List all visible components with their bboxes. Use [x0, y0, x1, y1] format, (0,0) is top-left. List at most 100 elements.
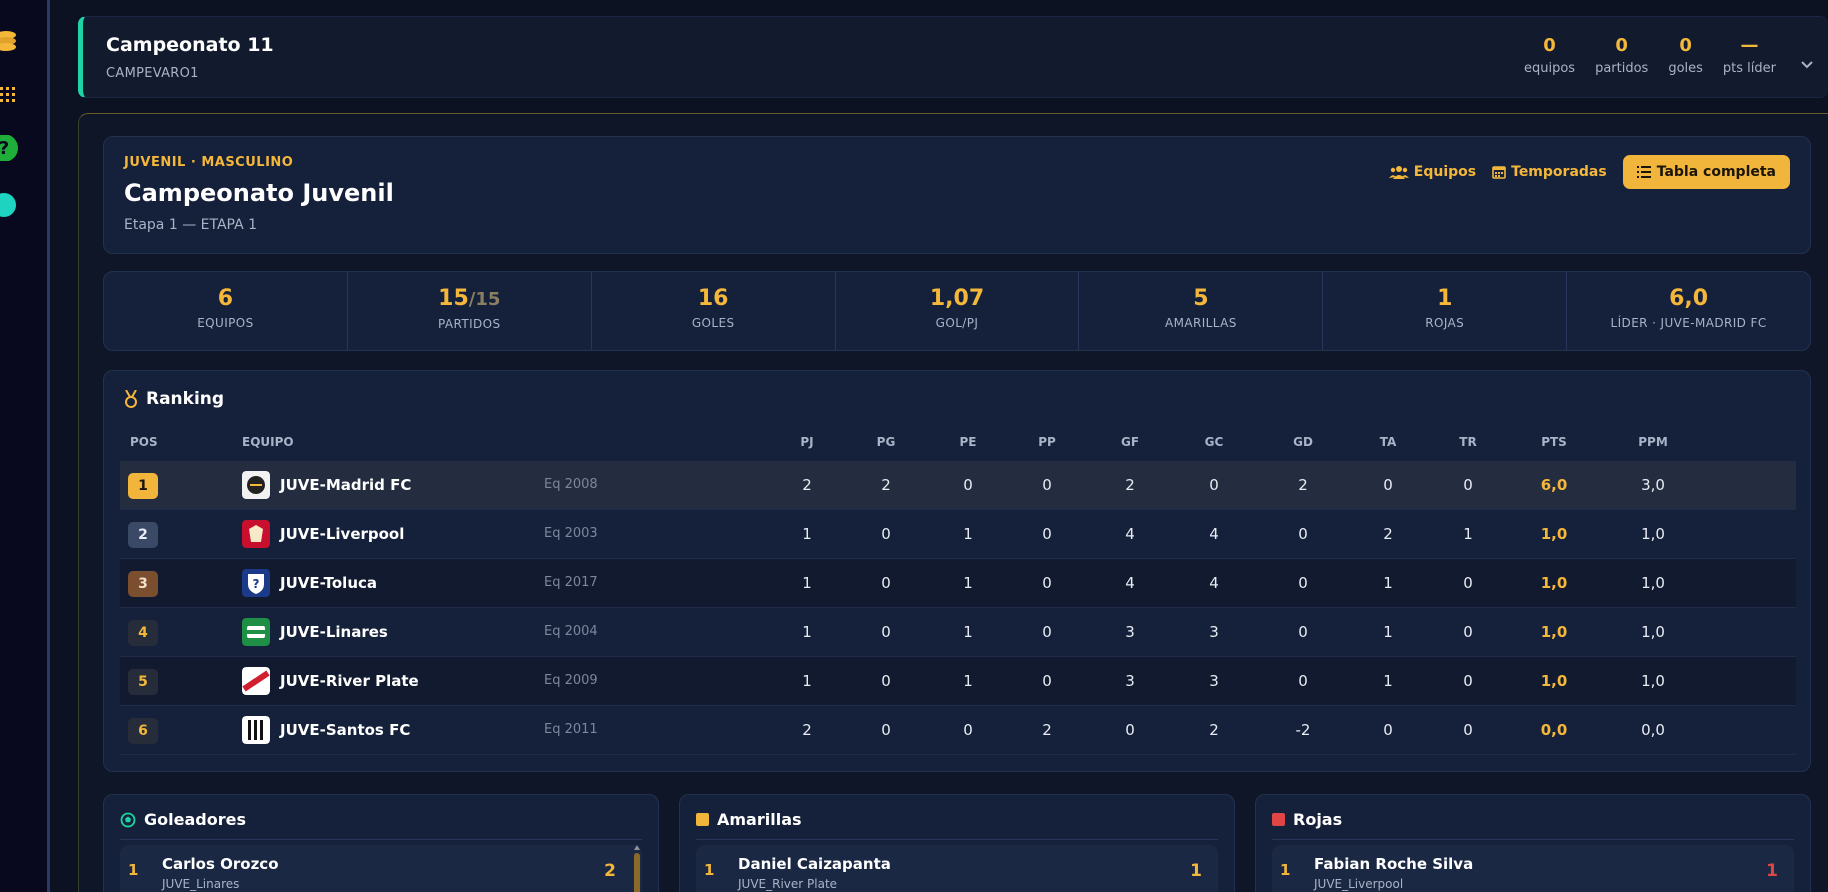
cell-pts: 1,0: [1540, 574, 1568, 592]
teams-link-label: Equipos: [1413, 164, 1477, 180]
position-badge: 5: [128, 669, 158, 695]
championship-stats: 0 equipos 0 partidos 0 goles — pts líder: [1504, 35, 1776, 76]
cell-pe: 1: [963, 672, 973, 690]
cell-gc: 2: [1209, 721, 1219, 739]
red-row[interactable]: 1 Fabian Roche Silva JUVE_Liverpool 1: [1272, 845, 1794, 892]
table-row[interactable]: 2 JUVE-Liverpool Eq 2003 1 0 1 0 4 4 0 2 1 1,0 1,0: [120, 510, 1796, 559]
team-name[interactable]: JUVE-Toluca: [280, 574, 377, 592]
ranking-card: Ranking POS EQUIPO PJ PG PE PP GF GC GD …: [103, 370, 1811, 772]
yellow-card-icon: [696, 813, 709, 826]
reds-card: Rojas 1 Fabian Roche Silva JUVE_Liverpoo…: [1255, 794, 1811, 892]
team-eq: Eq 2004: [544, 624, 598, 639]
position-badge: 1: [128, 473, 158, 499]
stat-matches: 0 partidos: [1595, 35, 1649, 76]
seasons-link-label: Temporadas: [1511, 164, 1607, 180]
cell-tr: 1: [1463, 525, 1473, 543]
cell-pe: 1: [963, 525, 973, 543]
cell-pg: 0: [881, 623, 891, 641]
scorer-row[interactable]: 1 Carlos Orozco JUVE_Linares 2: [120, 845, 642, 892]
summary-reds: 1 ROJAS: [1323, 272, 1568, 350]
medal-icon: [125, 390, 137, 408]
cell-pg: 0: [881, 525, 891, 543]
position-badge: 2: [128, 522, 158, 548]
summary-goals: 16 GOLES: [592, 272, 836, 350]
cell-gf: 3: [1125, 672, 1135, 690]
cell-gf: 4: [1125, 574, 1135, 592]
table-row[interactable]: 6 JUVE-Santos FC Eq 2011 2 0 0 2 0 2 -2 0 0 0,0 0,0: [120, 706, 1796, 755]
table-row[interactable]: 1 JUVE-Madrid FC Eq 2008 2 2 0 0 2 0 2 0 0 6,0 3,0: [120, 461, 1796, 510]
cell-pts: 1,0: [1540, 525, 1568, 543]
grid-dots-icon[interactable]: [0, 82, 20, 108]
scorers-title: Goleadores: [120, 810, 246, 829]
yellows-title: Amarillas: [696, 810, 802, 829]
seasons-link[interactable]: Temporadas: [1492, 164, 1607, 180]
teams-link[interactable]: Equipos: [1388, 164, 1477, 180]
team-eq: Eq 2011: [544, 722, 598, 737]
summary-yellows: 5 AMARILLAS: [1079, 272, 1324, 350]
ranking-title: Ranking: [124, 389, 224, 409]
team-eq: Eq 2008: [544, 477, 598, 492]
cell-ppm: 3,0: [1641, 476, 1665, 494]
cell-ppm: 1,0: [1641, 623, 1665, 641]
team-name[interactable]: JUVE-Santos FC: [280, 721, 410, 739]
team-name[interactable]: JUVE-River Plate: [280, 672, 419, 690]
table-row[interactable]: 3? JUVE-Toluca Eq 2017 1 0 1 0 4 4 0 1 0 1,0 1,0: [120, 559, 1796, 608]
svg-text:?: ?: [253, 577, 260, 591]
cell-ta: 1: [1383, 574, 1393, 592]
cell-ppm: 0,0: [1641, 721, 1665, 739]
cell-ta: 1: [1383, 672, 1393, 690]
cell-ta: 2: [1383, 525, 1393, 543]
tournament-header: JUVENIL · MASCULINO Campeonato Juvenil E…: [103, 136, 1811, 254]
cell-ppm: 1,0: [1641, 672, 1665, 690]
team-crest-icon: [242, 716, 270, 744]
soccer-ball-icon: [120, 812, 136, 827]
cell-pj: 2: [802, 721, 812, 739]
team-name[interactable]: JUVE-Linares: [280, 623, 388, 641]
championship-code: CAMPEVARO1: [106, 66, 199, 81]
list-icon: [1636, 166, 1651, 178]
status-dot-icon: [0, 193, 16, 217]
scrollbar[interactable]: [634, 845, 640, 892]
reds-title: Rojas: [1272, 810, 1342, 829]
table-row[interactable]: 5 JUVE-River Plate Eq 2009 1 0 1 0 3 3 0 1 0 1,0 1,0: [120, 657, 1796, 706]
cell-gc: 4: [1209, 574, 1219, 592]
team-crest-icon: ?: [242, 569, 270, 597]
cell-tr: 0: [1463, 476, 1473, 494]
team-name[interactable]: JUVE-Madrid FC: [280, 476, 411, 494]
summary-matches: 15/15 PARTIDOS: [348, 272, 592, 350]
cell-pj: 1: [802, 672, 812, 690]
cell-pe: 1: [963, 574, 973, 592]
yellow-row[interactable]: 1 Daniel Caizapanta JUVE_River Plate 1: [696, 845, 1218, 892]
cell-gc: 3: [1209, 623, 1219, 641]
cell-gd: -2: [1295, 721, 1311, 739]
summary-goals-per-match: 1,07 GOL/PJ: [836, 272, 1080, 350]
svg-text:?: ?: [0, 138, 9, 159]
cell-gf: 0: [1125, 721, 1135, 739]
summary-leader: 6,0 LÍDER · JUVE-MADRID FC: [1610, 286, 1767, 330]
table-row[interactable]: 4 JUVE-Linares Eq 2004 1 0 1 0 3 3 0 1 0 1,0 1,0: [120, 608, 1796, 657]
cell-ta: 0: [1383, 476, 1393, 494]
chevron-down-icon[interactable]: [1800, 57, 1814, 71]
cell-pp: 0: [1042, 525, 1052, 543]
main-content: Campeonato 11 CAMPEVARO1 0 equipos 0 parti…: [56, 0, 1828, 892]
team-name[interactable]: JUVE-Liverpool: [280, 525, 404, 543]
ranking-rows: 1 JUVE-Madrid FC Eq 2008 2 2 0 0 2 0 2 0 0 6,0 3,0 2 JU…: [120, 461, 1796, 755]
cell-gc: 4: [1209, 525, 1219, 543]
cell-pj: 2: [802, 476, 812, 494]
championship-title: Campeonato 11: [106, 34, 274, 56]
coins-icon[interactable]: [0, 28, 20, 54]
full-table-button[interactable]: Tabla completa: [1622, 155, 1790, 189]
header-actions: Equipos Temporadas Tabla completa: [1388, 155, 1790, 189]
team-eq: Eq 2009: [544, 673, 598, 688]
cell-pts: 6,0: [1540, 476, 1568, 494]
cell-pp: 0: [1042, 574, 1052, 592]
cell-gc: 0: [1209, 476, 1219, 494]
cell-pj: 1: [802, 623, 812, 641]
championship-bar[interactable]: Campeonato 11 CAMPEVARO1 0 equipos 0 parti…: [78, 16, 1828, 98]
help-icon[interactable]: ?: [0, 135, 20, 161]
team-crest-icon: [242, 520, 270, 548]
cell-pts: 1,0: [1540, 623, 1568, 641]
category-tag: JUVENIL · MASCULINO: [124, 155, 294, 170]
cell-gd: 2: [1298, 476, 1308, 494]
cell-pts: 0,0: [1540, 721, 1568, 739]
